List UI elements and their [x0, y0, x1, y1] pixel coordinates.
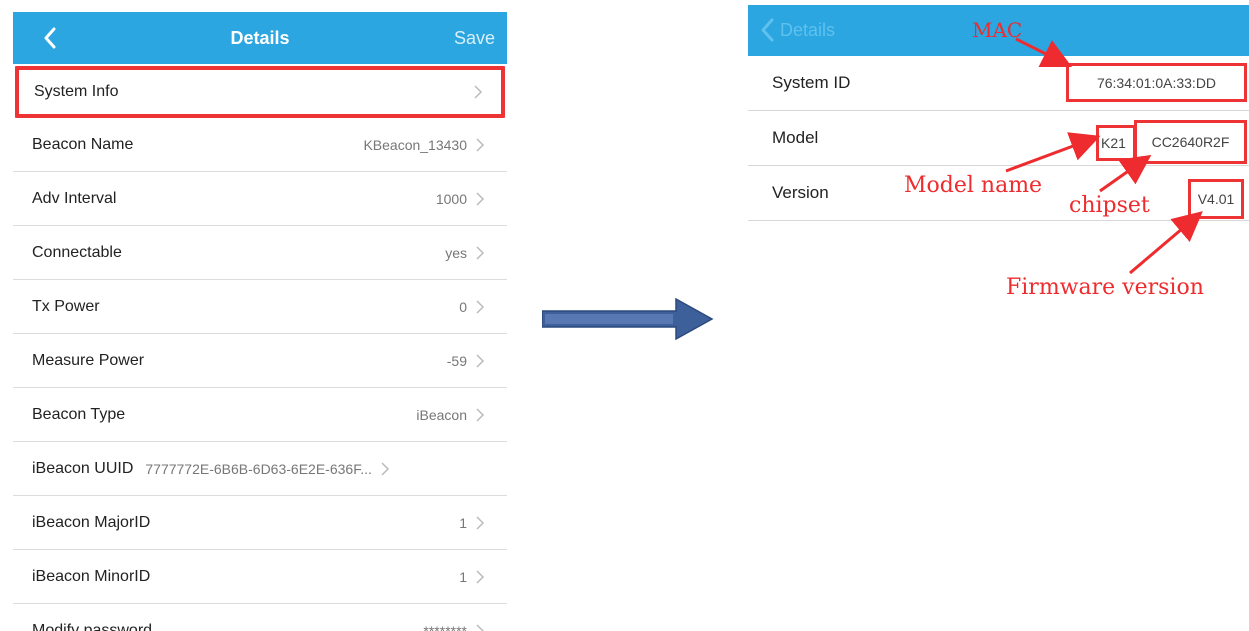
settings-list: System Info Beacon Name KBeacon_13430 Ad…	[13, 66, 507, 631]
list-item-ibeacon-uuid[interactable]: iBeacon UUID 7777772E-6B6B-6D63-6E2E-636…	[13, 442, 507, 496]
list-item-label: iBeacon MinorID	[32, 567, 151, 585]
list-item-value: 7777772E-6B6B-6D63-6E2E-636F...	[145, 460, 372, 477]
list-item-value: 0	[459, 298, 467, 315]
list-item-label: Tx Power	[32, 297, 100, 315]
list-item-measure-power[interactable]: Measure Power -59	[13, 334, 507, 388]
chevron-right-icon	[476, 623, 485, 631]
list-item-value: -59	[446, 352, 467, 369]
chevron-right-icon	[476, 569, 485, 584]
chevron-right-icon	[476, 245, 485, 260]
list-item-beacon-name[interactable]: Beacon Name KBeacon_13430	[13, 118, 507, 172]
chevron-right-icon	[476, 407, 485, 422]
right-phone-screen: Details System ID Model Version 76:34:01…	[748, 5, 1249, 631]
list-item-label: Modify password	[32, 621, 153, 631]
list-item-value: 1000	[435, 190, 467, 207]
page-title: Details	[230, 28, 290, 48]
list-item-label: Connectable	[32, 243, 122, 261]
list-item-ibeacon-majorid[interactable]: iBeacon MajorID 1	[13, 496, 507, 550]
chipset-arrow-icon	[1099, 154, 1152, 193]
chevron-right-icon	[476, 353, 485, 368]
list-item-ibeacon-minorid[interactable]: iBeacon MinorID 1	[13, 550, 507, 604]
list-item-modify-password[interactable]: Modify password ********	[13, 604, 507, 631]
list-item-beacon-type[interactable]: Beacon Type iBeacon	[13, 388, 507, 442]
firmware-arrow-icon	[1129, 211, 1203, 275]
save-button[interactable]: Save	[454, 12, 495, 64]
chevron-right-icon	[474, 85, 483, 99]
right-arrow-icon	[542, 297, 714, 341]
list-item-label: Beacon Type	[32, 405, 126, 423]
chevron-right-icon	[476, 137, 485, 152]
list-item-value: yes	[445, 244, 467, 261]
list-item-value: iBeacon	[416, 406, 467, 423]
list-item-label: iBeacon UUID	[32, 459, 134, 477]
list-item-label: Adv Interval	[32, 189, 117, 207]
model-name-arrow-icon	[1005, 132, 1101, 173]
list-item-tx-power[interactable]: Tx Power 0	[13, 280, 507, 334]
list-item-value: 1	[459, 568, 467, 585]
list-item-label: Beacon Name	[32, 135, 134, 153]
chevron-right-icon	[381, 461, 389, 476]
list-item-label: iBeacon MajorID	[32, 513, 151, 531]
chevron-right-icon	[476, 299, 485, 314]
list-item-system-info[interactable]: System Info	[15, 66, 505, 118]
chevron-right-icon	[476, 515, 485, 530]
list-item-connectable[interactable]: Connectable yes	[13, 226, 507, 280]
list-item-adv-interval[interactable]: Adv Interval 1000	[13, 172, 507, 226]
list-item-label: System Info	[34, 83, 119, 100]
list-item-value: 1	[459, 514, 467, 531]
list-item-value: KBeacon_13430	[363, 136, 467, 153]
annotation-arrows	[1005, 37, 1203, 275]
chevron-right-icon	[476, 191, 485, 206]
list-item-label: Measure Power	[32, 351, 145, 369]
left-phone-screen: Details Save System Info Beacon Name KBe…	[13, 12, 507, 631]
mac-arrow-icon	[1015, 37, 1073, 68]
list-item-value: ********	[423, 622, 467, 631]
navigation-bar: Details Save	[13, 12, 507, 64]
